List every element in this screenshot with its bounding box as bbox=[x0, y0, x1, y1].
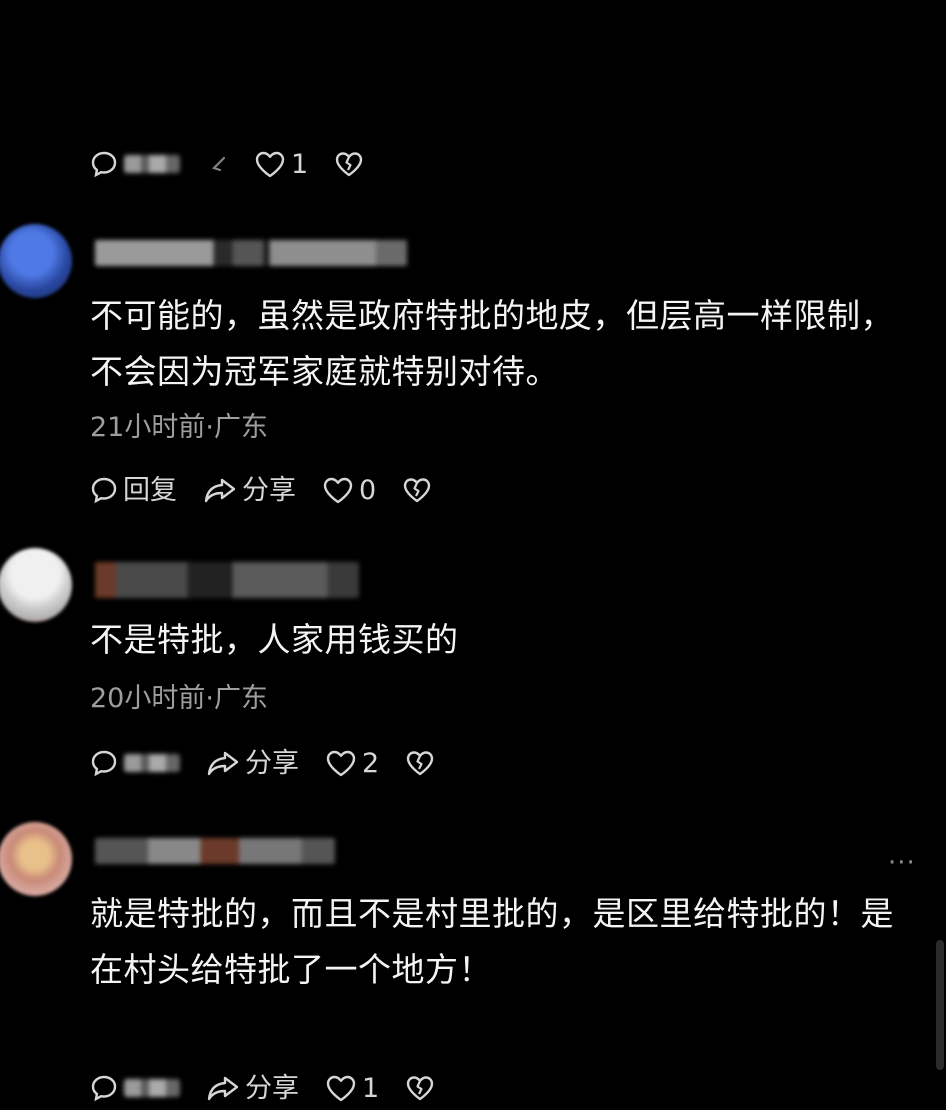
comment-bubble-icon bbox=[91, 477, 117, 504]
share-label: 分享 bbox=[242, 474, 296, 506]
share-label: 分享 bbox=[245, 1072, 299, 1104]
heart-icon bbox=[326, 750, 356, 777]
reply-button[interactable] bbox=[90, 749, 180, 777]
share-button[interactable]: 分享 bbox=[206, 749, 299, 777]
heart-icon bbox=[255, 151, 285, 178]
heart-icon bbox=[326, 1075, 356, 1102]
comment-text-line: 不是特批，人家用钱买的 bbox=[90, 620, 459, 659]
comment-text: 不是特批，人家用钱买的 bbox=[90, 612, 920, 668]
comment-bubble-icon bbox=[91, 750, 117, 777]
reply-button[interactable]: 回复 bbox=[90, 476, 177, 504]
share-button[interactable]: 分享 bbox=[206, 1074, 299, 1102]
reply-label: 回复 bbox=[123, 474, 177, 506]
share-arrow-icon bbox=[211, 156, 226, 172]
dislike-button[interactable] bbox=[334, 150, 364, 178]
top-action-bar: 1 bbox=[90, 144, 390, 184]
comment-text: 就是特批的，而且不是村里批的，是区里给特批的！是 在村头给特批了一个地方！ bbox=[90, 886, 920, 998]
like-count: 1 bbox=[362, 1072, 380, 1104]
reply-label-blurred bbox=[124, 754, 180, 772]
share-button[interactable]: 分享 bbox=[203, 476, 296, 504]
comment-text-line: 就是特批的，而且不是村里批的，是区里给特批的！是 bbox=[90, 894, 894, 933]
comment-text-line: 不可能的，虽然是政府特批的地皮，但层高一样限制， bbox=[90, 296, 894, 335]
heart-icon bbox=[323, 477, 353, 504]
comment-action-bar: 回复 分享 0 bbox=[90, 470, 458, 510]
like-count: 0 bbox=[359, 474, 377, 506]
like-button[interactable]: 2 bbox=[325, 749, 379, 777]
share-arrow-icon bbox=[207, 1076, 239, 1101]
more-options-button[interactable]: ··· bbox=[888, 848, 916, 878]
comment-action-bar: 分享 1 bbox=[90, 1068, 461, 1108]
scrollbar[interactable] bbox=[936, 940, 944, 1070]
like-button[interactable]: 1 bbox=[325, 1074, 379, 1102]
like-button[interactable]: 0 bbox=[322, 476, 376, 504]
share-label: 分享 bbox=[245, 747, 299, 779]
avatar[interactable] bbox=[0, 548, 72, 622]
broken-heart-icon bbox=[335, 152, 363, 177]
dislike-button[interactable] bbox=[405, 1074, 435, 1102]
comment-text: 不可能的，虽然是政府特批的地皮，但层高一样限制， 不会因为冠军家庭就特别对待。 bbox=[90, 288, 920, 400]
comment-action-bar: 分享 2 bbox=[90, 743, 461, 783]
like-count: 2 bbox=[362, 747, 380, 779]
share-button-partial[interactable] bbox=[206, 150, 228, 178]
reply-label-blurred bbox=[124, 155, 180, 173]
comment-meta: 21小时前·广东 bbox=[90, 412, 268, 443]
username-blurred[interactable] bbox=[95, 838, 335, 864]
dislike-button[interactable] bbox=[405, 749, 435, 777]
share-arrow-icon bbox=[207, 751, 239, 776]
like-button[interactable]: 1 bbox=[254, 150, 308, 178]
username-blurred[interactable] bbox=[95, 562, 359, 598]
like-count: 1 bbox=[291, 148, 309, 180]
reply-button[interactable] bbox=[90, 1074, 180, 1102]
comment-meta: 20小时前·广东 bbox=[90, 683, 268, 714]
avatar[interactable] bbox=[0, 822, 72, 896]
comment-bubble-icon bbox=[91, 151, 117, 178]
comment-text-line: 在村头给特批了一个地方！ bbox=[90, 950, 492, 989]
share-arrow-icon bbox=[204, 478, 236, 503]
broken-heart-icon bbox=[406, 751, 434, 776]
username-blurred[interactable] bbox=[95, 240, 407, 266]
comment-text-line: 不会因为冠军家庭就特别对待。 bbox=[90, 352, 559, 391]
broken-heart-icon bbox=[403, 478, 431, 503]
broken-heart-icon bbox=[406, 1076, 434, 1101]
reply-button[interactable] bbox=[90, 150, 180, 178]
comment-bubble-icon bbox=[91, 1075, 117, 1102]
dislike-button[interactable] bbox=[402, 476, 432, 504]
reply-label-blurred bbox=[124, 1079, 180, 1097]
avatar[interactable] bbox=[0, 224, 72, 298]
